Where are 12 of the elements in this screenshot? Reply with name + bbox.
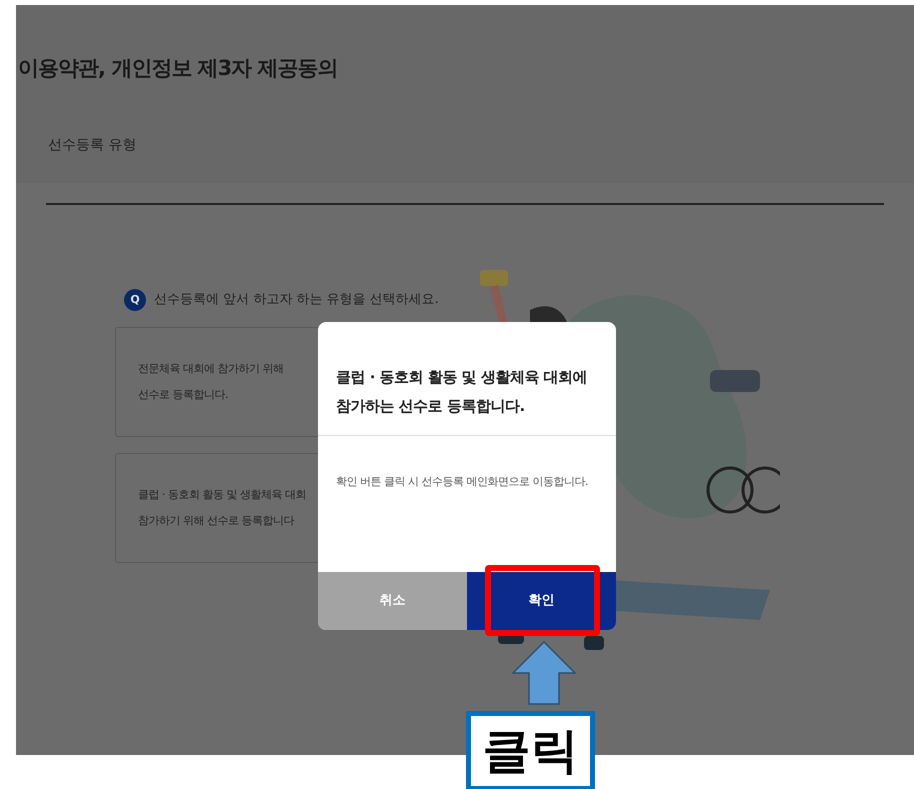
cancel-button[interactable]: 취소 bbox=[318, 572, 467, 630]
up-arrow-icon bbox=[512, 641, 576, 705]
question-text: 선수등록에 앞서 하고자 하는 유형을 선택하세요. bbox=[154, 291, 439, 310]
confirm-button[interactable]: 확인 bbox=[467, 572, 616, 630]
section-title: 선수등록 유형 bbox=[48, 136, 138, 154]
option-text: 전문체육 대회에 참가하기 위해 bbox=[138, 360, 284, 376]
callout-label: 클릭 bbox=[482, 727, 578, 775]
option-text: 클럽 · 동호회 활동 및 생활체육 대회 bbox=[138, 486, 307, 502]
page-title: 이용약관, 개인정보 제3자 제공동의 bbox=[18, 55, 339, 82]
option-text: 선수로 등록합니다. bbox=[138, 387, 229, 403]
question-badge: Q bbox=[124, 289, 146, 311]
option-text: 참가하기 위해 선수로 등록합니다 bbox=[138, 513, 296, 529]
